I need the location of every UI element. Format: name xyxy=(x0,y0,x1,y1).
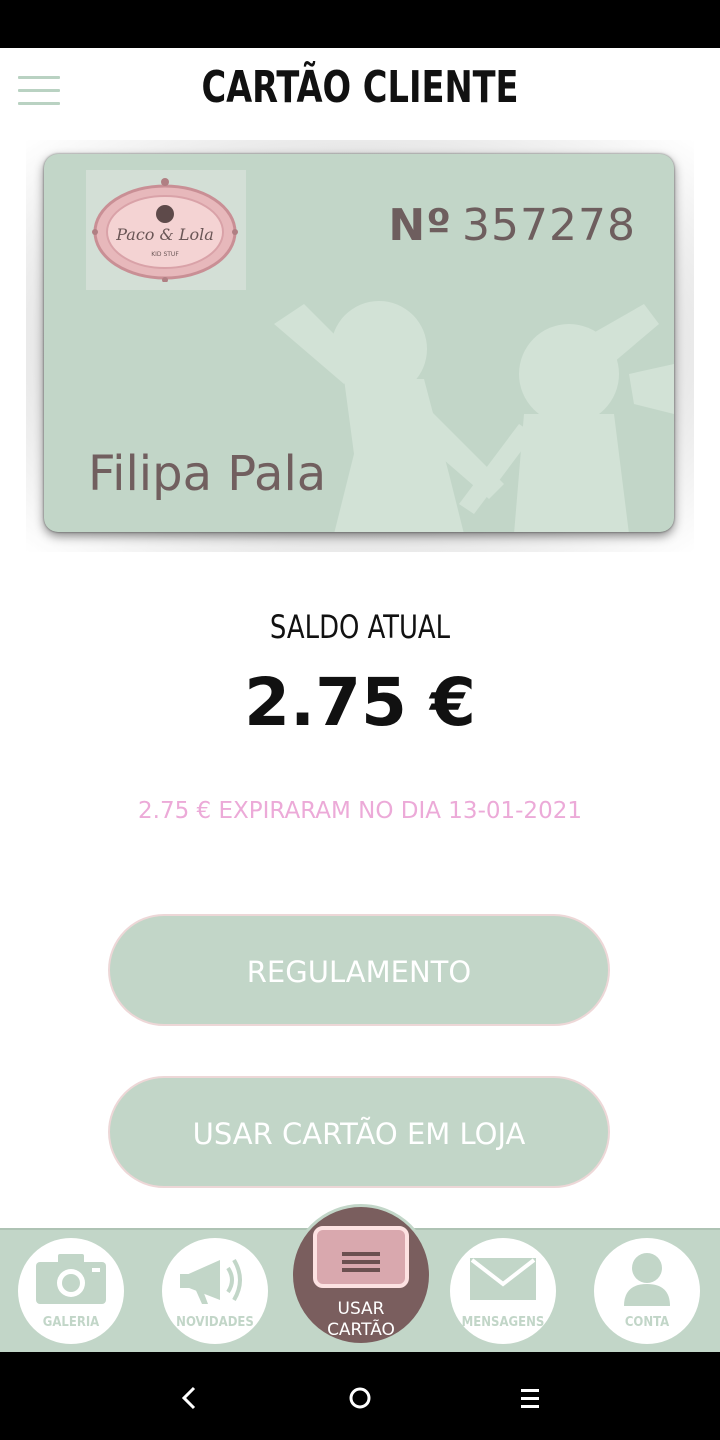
kids-silhouette-illustration xyxy=(274,301,674,532)
regulamento-button[interactable]: REGULAMENTO xyxy=(108,914,610,1026)
page-title: CARTÃO CLIENTE xyxy=(201,62,519,113)
camera-icon xyxy=(36,1254,106,1304)
status-bar xyxy=(0,0,720,48)
brand-logo-emblem: Paco & Lola KID STUF xyxy=(92,178,238,282)
balance-value: 2.75 € xyxy=(244,664,476,741)
tab-conta[interactable]: CONTA xyxy=(594,1238,700,1344)
card-number-value: 357278 xyxy=(462,200,636,251)
home-icon[interactable] xyxy=(340,1378,380,1418)
tab-usar-cartao[interactable]: USAR CARTÃO xyxy=(290,1204,432,1346)
balance-label: SALDO ATUAL xyxy=(269,608,451,646)
envelope-icon xyxy=(470,1258,536,1300)
loyalty-card: Paco & Lola KID STUF Nº 357278 Filipa Pal… xyxy=(44,154,674,532)
brand-logo: Paco & Lola KID STUF xyxy=(86,170,246,290)
user-icon xyxy=(624,1253,670,1306)
card-holder-name: Filipa Pala xyxy=(88,446,327,502)
tab-mensagens-label: MENSAGENS xyxy=(461,1315,545,1330)
card-icon xyxy=(313,1226,409,1288)
system-navigation-bar xyxy=(0,1352,720,1440)
megaphone-icon xyxy=(180,1258,242,1304)
tab-novidades-label: NOVIDADES xyxy=(176,1315,254,1330)
tab-galeria[interactable]: GALERIA xyxy=(18,1238,124,1344)
tab-galeria-label: GALERIA xyxy=(42,1315,100,1330)
svg-text:Paco & Lola: Paco & Lola xyxy=(115,225,214,244)
use-card-in-store-button[interactable]: USAR CARTÃO EM LOJA xyxy=(108,1076,610,1188)
card-number-prefix: Nº xyxy=(388,200,453,251)
tab-mensagens[interactable]: MENSAGENS xyxy=(450,1238,556,1344)
tab-novidades[interactable]: NOVIDADES xyxy=(162,1238,268,1344)
app-header: CARTÃO CLIENTE xyxy=(0,48,720,138)
card-number: Nº 357278 xyxy=(388,200,636,251)
tab-usar-cartao-label: USAR CARTÃO xyxy=(327,1299,395,1340)
back-icon[interactable] xyxy=(170,1378,210,1418)
recents-icon[interactable] xyxy=(510,1378,550,1418)
expiry-notice: 2.75 € EXPIRARAM NO DIA 13-01-2021 xyxy=(138,798,582,824)
tab-conta-label: CONTA xyxy=(624,1315,670,1330)
svg-text:KID STUF: KID STUF xyxy=(151,251,179,258)
